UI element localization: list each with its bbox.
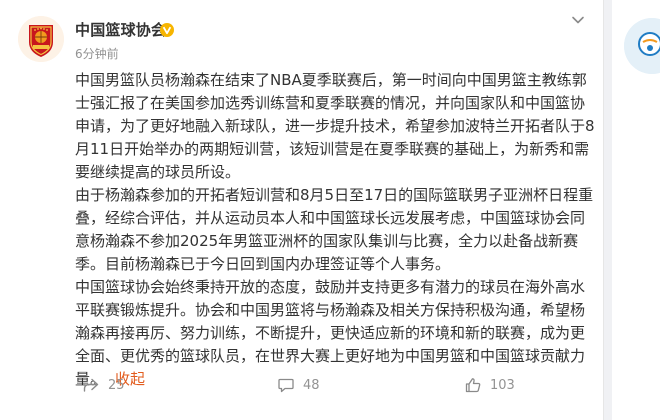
side-panel [612,0,660,420]
comment-icon [278,378,294,393]
like-count: 103 [490,377,515,393]
action-bar: 25 48 103 [75,374,595,396]
forward-button[interactable]: 25 [82,374,125,396]
side-avatar[interactable] [624,18,660,74]
post-content: 中国男篮队员杨瀚森在结束了NBA夏季联赛后，第一时间向中国男篮主教练郭士强汇报了… [75,69,595,391]
comment-button[interactable]: 48 [277,374,320,396]
comment-count: 48 [303,377,320,393]
forward-icon [83,378,99,392]
thumbs-up-icon [465,378,481,393]
post-paragraph-text: 中国篮球协会始终秉持开放的态度，鼓励并支持更多有潜力的球员在海外高水平联赛锻炼提… [75,278,586,388]
avatar[interactable] [18,16,64,62]
verified-v-icon [160,23,174,37]
post-paragraph: 中国男篮队员杨瀚森在结束了NBA夏季联赛后，第一时间向中国男篮主教练郭士强汇报了… [75,71,595,181]
chevron-down-icon[interactable] [570,14,586,26]
username[interactable]: 中国篮球协会 [75,20,166,40]
forward-count: 25 [108,377,125,393]
weibo-post-card: 中国篮球协会 6分钟前 中国男篮队员杨瀚森在结束了NBA夏季联赛后，第一时间向中… [0,0,604,420]
post-paragraph: 由于杨瀚森参加的开拓者短训营和8月5日至17日的国际篮联男子亚洲杯日程重叠，经综… [75,186,594,273]
post-timestamp[interactable]: 6分钟前 [75,46,119,62]
cba-logo-icon [18,16,64,62]
like-button[interactable]: 103 [464,374,515,396]
side-card-image [624,18,660,74]
